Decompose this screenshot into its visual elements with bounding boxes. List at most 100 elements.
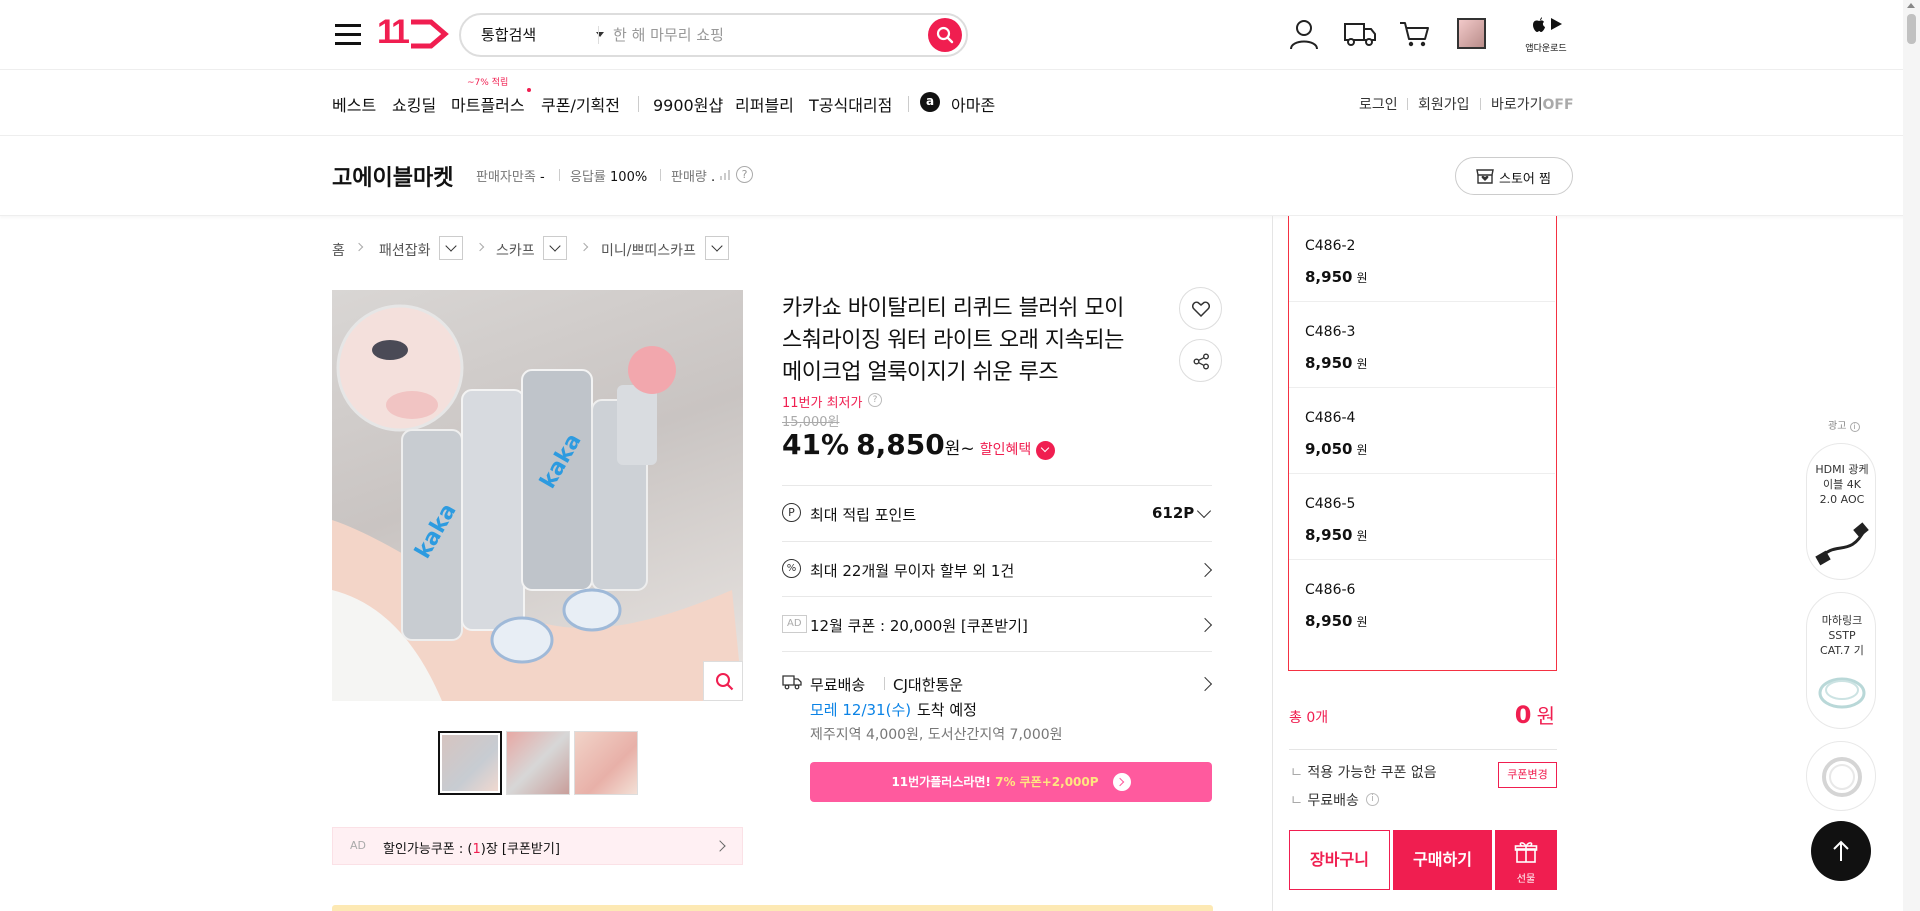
option-item[interactable]: C486-2 8,950 원 bbox=[1289, 216, 1555, 302]
option-item[interactable]: C486-3 8,950 원 bbox=[1289, 302, 1555, 388]
breadcrumb-category-1[interactable]: 패션잡화 bbox=[379, 240, 431, 260]
product-thumbnail[interactable] bbox=[574, 731, 638, 795]
logo-text: 11 bbox=[377, 13, 410, 51]
menu-icon[interactable] bbox=[335, 22, 361, 46]
product-title-line: 카카쇼 바이탈리티 리퀴드 블러쉬 모이 bbox=[782, 296, 1124, 321]
breadcrumb-dropdown[interactable] bbox=[705, 236, 729, 260]
side-ad-image bbox=[1815, 522, 1869, 566]
satisfaction-value: - bbox=[539, 170, 545, 185]
nav-coupon-event[interactable]: 쿠폰/기획전 bbox=[541, 92, 620, 116]
benefit-chevron-icon bbox=[1035, 440, 1055, 460]
join-link[interactable]: 회원가입 bbox=[1418, 94, 1470, 114]
search-category-select[interactable]: 통합검색 bbox=[481, 15, 604, 55]
arrow-up-icon bbox=[1833, 840, 1849, 861]
option-price: 8,950 원 bbox=[1305, 612, 1368, 630]
side-ad-card[interactable]: 마하링크 SSTP CAT.7 기 bbox=[1806, 592, 1876, 729]
nav-amazon[interactable]: 아마존 bbox=[951, 92, 995, 116]
side-ad-card[interactable] bbox=[1806, 741, 1876, 811]
option-name: C486-6 bbox=[1305, 582, 1356, 598]
side-ad-text: HDMI 광케이블 4K 2.0 AOC bbox=[1815, 463, 1869, 506]
coupon-change-button[interactable]: 쿠폰변경 bbox=[1498, 762, 1557, 788]
help-icon[interactable]: ? bbox=[868, 393, 882, 407]
breadcrumb-category-3[interactable]: 미니/쁘띠스카프 bbox=[601, 240, 696, 260]
wishlist-button[interactable] bbox=[1179, 287, 1222, 330]
coupon-text: 12월 쿠폰 : 20,000원 [쿠폰받기] bbox=[810, 617, 1028, 635]
search-button[interactable] bbox=[928, 18, 962, 52]
delivery-truck-icon bbox=[782, 675, 802, 690]
lowest-price-label: 11번가 최저가 bbox=[782, 396, 863, 411]
discount-benefit-link[interactable]: 할인혜택 bbox=[980, 440, 1055, 460]
breadcrumb-dropdown[interactable] bbox=[543, 236, 567, 260]
ad-label: 광고 i bbox=[1828, 417, 1860, 432]
breadcrumb-category-2[interactable]: 스카프 bbox=[496, 240, 535, 260]
util-divider bbox=[1407, 98, 1408, 110]
breadcrumb-arrow-icon bbox=[354, 242, 364, 252]
point-value: 612P bbox=[1152, 504, 1195, 522]
gift-icon bbox=[1514, 842, 1538, 863]
gift-button[interactable]: 선물 bbox=[1495, 830, 1557, 890]
product-thumbnail[interactable] bbox=[438, 731, 502, 795]
recent-product-thumb[interactable] bbox=[1457, 18, 1486, 49]
nav-t-agency[interactable]: T공식대리점 bbox=[809, 92, 892, 116]
coupon-row[interactable]: AD 12월 쿠폰 : 20,000원 [쿠폰받기] bbox=[782, 596, 1213, 651]
product-title-line: 메이크업 얼룩이지기 쉬운 루즈 bbox=[782, 360, 1059, 385]
option-item[interactable]: C486-4 9,050 원 bbox=[1289, 388, 1555, 474]
total-count: 총 0개 bbox=[1289, 710, 1329, 726]
user-icon[interactable] bbox=[1289, 18, 1319, 50]
app-download[interactable]: 앱다운로드 bbox=[1516, 14, 1576, 54]
installment-row[interactable]: % 최대 22개월 무이자 할부 외 1건 bbox=[782, 541, 1213, 596]
nav-shocking-deal[interactable]: 쇼킹딜 bbox=[392, 92, 436, 116]
seller-sales: 판매량 . bbox=[671, 166, 715, 185]
option-name: C486-3 bbox=[1305, 324, 1356, 340]
login-link[interactable]: 로그인 bbox=[1359, 94, 1398, 114]
store-like-button[interactable]: 스토어 찜 bbox=[1455, 157, 1573, 195]
bottom-notice-strip bbox=[332, 905, 1213, 911]
price-block: 41% 8,850원~ 할인혜택 bbox=[782, 428, 1055, 461]
scrollbar-up-arrow[interactable] bbox=[1907, 3, 1915, 8]
delivery-divider bbox=[884, 677, 885, 690]
product-main-image[interactable]: kaka kaka bbox=[332, 290, 743, 701]
option-item[interactable]: C486-6 8,950 원 bbox=[1289, 560, 1555, 646]
amazon-icon: a bbox=[920, 92, 940, 112]
breadcrumb-dropdown[interactable] bbox=[439, 236, 463, 260]
nav-refurbly[interactable]: 리퍼블리 bbox=[735, 92, 794, 116]
cart-icon[interactable] bbox=[1399, 20, 1431, 48]
delivery-row[interactable]: 무료배송 CJ대한통운 모레 12/31(수) 도착 예정 제주지역 4,000… bbox=[782, 651, 1213, 811]
product-thumbnail[interactable] bbox=[506, 731, 570, 795]
zoom-button[interactable] bbox=[703, 661, 743, 701]
response-value: 100% bbox=[610, 170, 648, 185]
delivery-truck-icon[interactable] bbox=[1343, 20, 1377, 48]
plus-membership-banner[interactable]: 11번가플러스라면! 7% 쿠폰+2,000P bbox=[810, 762, 1212, 802]
zoom-icon bbox=[716, 673, 734, 691]
seller-name[interactable]: 고에이블마켓 bbox=[332, 160, 453, 192]
option-price: 8,950 원 bbox=[1305, 354, 1368, 372]
scroll-to-top-button[interactable] bbox=[1811, 821, 1871, 881]
help-icon[interactable]: ? bbox=[736, 166, 753, 183]
scrollbar-track[interactable] bbox=[1903, 0, 1920, 911]
add-to-cart-button[interactable]: 장바구니 bbox=[1289, 830, 1390, 890]
apple-icon bbox=[1533, 17, 1545, 32]
util-divider bbox=[1480, 98, 1481, 110]
side-ad-card[interactable]: HDMI 광케이블 4K 2.0 AOC bbox=[1806, 443, 1876, 580]
product-title-line: 스춰라이징 워터 라이트 오래 지속되는 bbox=[782, 328, 1124, 353]
nav-9900-shop[interactable]: 9900원샵 bbox=[653, 92, 723, 116]
shortcut-toggle[interactable]: 바로가기OFF bbox=[1491, 94, 1574, 114]
buy-now-button[interactable]: 구매하기 bbox=[1393, 830, 1492, 890]
breadcrumb-home[interactable]: 홈 bbox=[332, 240, 345, 260]
point-row[interactable]: P 최대 적립 포인트 612P bbox=[782, 485, 1212, 541]
logo[interactable]: 11 bbox=[377, 13, 449, 53]
info-icon[interactable]: i bbox=[1366, 793, 1379, 806]
discount-coupon-banner[interactable]: AD 할인가능쿠폰 : (1)장 [쿠폰받기] bbox=[332, 827, 743, 865]
search-input[interactable] bbox=[613, 21, 903, 49]
store-like-label: 스토어 찜 bbox=[1499, 172, 1551, 187]
option-price: 8,950 원 bbox=[1305, 268, 1368, 286]
share-button[interactable] bbox=[1179, 339, 1222, 382]
satisfaction-label: 판매자만족 bbox=[476, 170, 536, 185]
option-item[interactable]: C486-5 8,950 원 bbox=[1289, 474, 1555, 560]
nav-best[interactable]: 베스트 bbox=[332, 92, 376, 116]
arrival-date: 모레 12/31(수) bbox=[810, 701, 912, 719]
nav-mart-plus[interactable]: 마트플러스 bbox=[451, 92, 525, 116]
main-navigation: 베스트 쇼킹딜 ~7% 적립 마트플러스 쿠폰/기획전 9900원샵 리퍼블리 … bbox=[0, 70, 1920, 136]
scrollbar-thumb[interactable] bbox=[1907, 14, 1916, 44]
product-photo: kaka kaka bbox=[332, 304, 743, 701]
